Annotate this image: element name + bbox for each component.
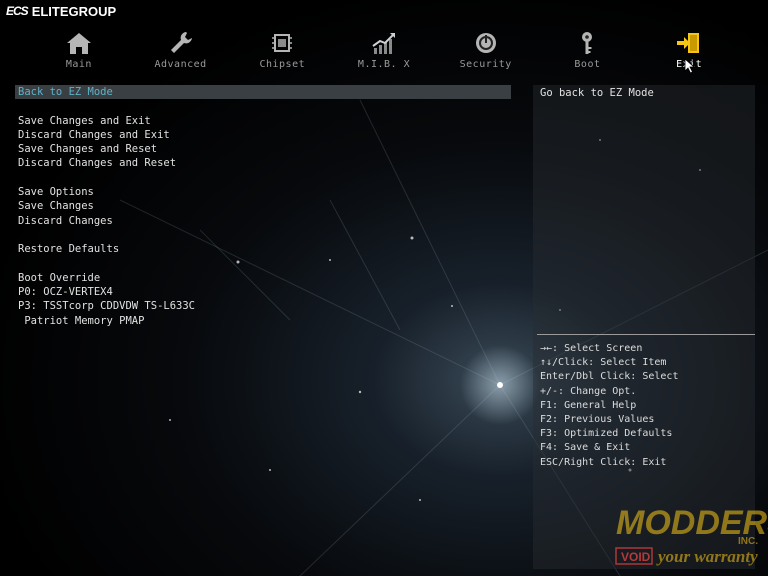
watermark-void: VOID bbox=[621, 550, 651, 564]
tab-security[interactable]: Security bbox=[435, 30, 537, 74]
menu-item-boot-patriot[interactable]: Patriot Memory PMAP bbox=[15, 314, 511, 328]
mouse-pointer-icon bbox=[684, 58, 696, 74]
menu-item-back-to-ez-mode[interactable]: Back to EZ Mode bbox=[15, 85, 511, 100]
menu-spacer bbox=[15, 171, 511, 185]
tab-boot[interactable]: Boot bbox=[537, 30, 639, 74]
help-description: Go back to EZ Mode bbox=[540, 87, 654, 99]
menu-item-discard-changes-and-exit[interactable]: Discard Changes and Exit bbox=[15, 128, 511, 142]
menu-item-boot-p0[interactable]: P0: OCZ-VERTEX4 bbox=[15, 285, 511, 299]
power-shield-icon bbox=[475, 33, 496, 53]
menu-item-boot-p3[interactable]: P3: TSSTcorp CDDVDW TS-L633C bbox=[15, 299, 511, 313]
tab-security-label: Security bbox=[459, 59, 512, 70]
tab-chipset[interactable]: Chipset bbox=[231, 30, 333, 74]
key-exit: ESC/Right Click: Exit bbox=[540, 456, 667, 468]
exit-door-icon bbox=[677, 33, 700, 53]
brand-logo: ECS ELITEGROUP bbox=[6, 3, 116, 19]
tab-main[interactable]: Main bbox=[28, 30, 130, 74]
menu-item-save-changes-and-reset[interactable]: Save Changes and Reset bbox=[15, 142, 511, 156]
tab-chipset-label: Chipset bbox=[259, 59, 306, 70]
exit-menu-list: Back to EZ Mode Save Changes and Exit Di… bbox=[15, 85, 511, 328]
tab-mib-x[interactable]: M.I.B. X bbox=[333, 30, 435, 74]
menu-spacer bbox=[15, 228, 511, 242]
modders-inc-watermark: MODDERS INC. VOID your warranty bbox=[615, 504, 768, 566]
key-previous-values: F2: Previous Values bbox=[540, 413, 655, 425]
watermark-tagline: your warranty bbox=[656, 547, 758, 566]
section-header-boot-override: Boot Override bbox=[18, 271, 101, 284]
menu-item-save-changes-and-exit[interactable]: Save Changes and Exit bbox=[15, 114, 511, 128]
home-icon bbox=[66, 33, 91, 54]
help-panel: Go back to EZ Mode →←: Select Screen ↑↓/… bbox=[533, 85, 755, 569]
help-divider bbox=[537, 334, 755, 335]
key-save-exit: F4: Save & Exit bbox=[540, 442, 631, 454]
key-change-opt: +/-: Change Opt. bbox=[540, 385, 637, 397]
key-select: Enter/Dbl Click: Select bbox=[540, 371, 679, 383]
key-general-help: F1: General Help bbox=[540, 399, 637, 411]
chip-icon bbox=[272, 34, 293, 52]
watermark-inc: INC. bbox=[738, 536, 758, 547]
key-legend: →←: Select Screen ↑↓/Click: Select Item … bbox=[540, 342, 678, 470]
menu-item-save-changes[interactable]: Save Changes bbox=[15, 199, 511, 213]
menu-spacer bbox=[15, 257, 511, 271]
tab-main-label: Main bbox=[65, 59, 92, 70]
tab-advanced[interactable]: Advanced bbox=[130, 30, 232, 74]
menu-item-discard-changes-and-reset[interactable]: Discard Changes and Reset bbox=[15, 156, 511, 170]
ecs-logo-mark: ECS bbox=[6, 4, 29, 18]
section-header-save-options: Save Options bbox=[18, 186, 94, 199]
top-navigation: Main Advanced Chipset M.I.B. X Security … bbox=[28, 30, 740, 74]
menu-item-discard-changes[interactable]: Discard Changes bbox=[15, 214, 511, 228]
wrench-icon bbox=[170, 32, 192, 53]
tab-advanced-label: Advanced bbox=[154, 59, 207, 70]
key-select-item: ↑↓/Click: Select Item bbox=[540, 357, 667, 369]
key-icon bbox=[582, 32, 593, 54]
key-select-screen: →←: Select Screen bbox=[540, 343, 643, 354]
menu-item-restore-defaults[interactable]: Restore Defaults bbox=[15, 242, 511, 256]
performance-chart-icon bbox=[372, 33, 396, 54]
brand-name: ELITEGROUP bbox=[31, 3, 117, 19]
tab-mib-x-label: M.I.B. X bbox=[357, 59, 411, 70]
key-optimized-defaults: F3: Optimized Defaults bbox=[540, 428, 673, 440]
tab-boot-label: Boot bbox=[574, 59, 601, 70]
menu-spacer bbox=[15, 99, 511, 113]
